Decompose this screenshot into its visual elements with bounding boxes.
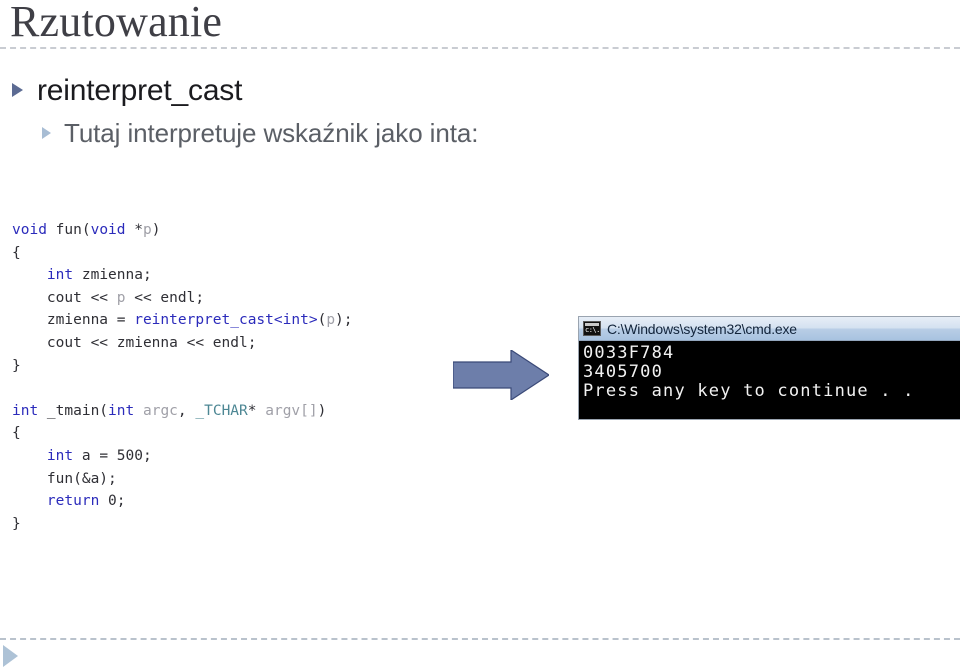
cmd-icon xyxy=(583,321,601,336)
code-line: cout << zmienna << endl; xyxy=(12,332,353,355)
triangle-bullet-icon xyxy=(42,127,51,139)
code-token: int xyxy=(108,402,135,419)
code-token: ) xyxy=(317,402,327,419)
code-token: cout << xyxy=(12,289,117,306)
code-token: 0 xyxy=(108,493,117,510)
code-token: * xyxy=(247,402,266,419)
code-token: ; xyxy=(116,493,126,510)
code-token: int xyxy=(282,312,309,329)
code-line: return 0; xyxy=(12,490,353,513)
code-token: , xyxy=(177,402,196,419)
code-line: zmienna = reinterpret_cast<int>(p); xyxy=(12,309,353,332)
code-token: argv[] xyxy=(265,402,318,419)
code-token: } xyxy=(12,357,21,374)
code-token: << endl; xyxy=(125,289,205,306)
code-token: ); xyxy=(335,312,353,329)
code-token: ( xyxy=(317,312,327,329)
code-line: { xyxy=(12,422,353,445)
console-title-label: C:\Windows\system32\cmd.exe xyxy=(607,320,797,337)
code-line: fun(&a); xyxy=(12,468,353,491)
bullet-level1: reinterpret_cast xyxy=(12,72,242,110)
code-token: ; xyxy=(142,447,152,464)
code-line: void fun(void *p) xyxy=(12,219,353,242)
triangle-bullet-icon xyxy=(12,83,23,97)
code-token: ) xyxy=(151,222,161,238)
code-token: cout << zmienna << endl; xyxy=(12,334,257,351)
next-slide-icon[interactable] xyxy=(3,645,18,667)
bullet-level2-label: Tutaj interpretuje wskaźnik jako inta: xyxy=(64,118,479,148)
code-token: int xyxy=(12,402,39,419)
right-arrow-graphic xyxy=(452,348,551,402)
code-token: > xyxy=(308,312,318,329)
code-line: int zmienna; xyxy=(12,264,353,287)
code-token: fun xyxy=(55,222,82,238)
code-token: 500 xyxy=(116,447,143,464)
code-listing: void fun(void *p){ int zmienna; cout << … xyxy=(12,219,353,535)
code-token: argc xyxy=(142,402,178,419)
code-token: return xyxy=(46,493,100,510)
code-line: { xyxy=(12,242,353,265)
code-token: zmienna = xyxy=(12,312,135,329)
code-line: cout << p << endl; xyxy=(12,287,353,310)
code-token: void xyxy=(90,222,126,238)
right-arrow-icon xyxy=(452,348,551,402)
code-line: int _tmain(int argc, _TCHAR* argv[]) xyxy=(12,400,353,423)
code-token: reinterpret_cast xyxy=(134,312,274,329)
code-token: p xyxy=(142,222,152,238)
code-token: zmienna; xyxy=(73,267,152,284)
code-line: } xyxy=(12,513,353,536)
code-token: { xyxy=(12,244,21,261)
cmd-console-window[interactable]: C:\Windows\system32\cmd.exe 0033F784 340… xyxy=(578,316,960,420)
code-token: _tmain( xyxy=(38,402,109,419)
code-token: * xyxy=(125,222,143,238)
bullet-level1-label: reinterpret_cast xyxy=(37,74,243,107)
footer-divider xyxy=(0,638,960,640)
console-output: 0033F784 3405700 Press any key to contin… xyxy=(583,343,915,401)
code-line: int a = 500; xyxy=(12,445,353,468)
code-token: < xyxy=(273,312,283,329)
code-token: int xyxy=(46,447,74,464)
console-title-bar[interactable]: C:\Windows\system32\cmd.exe xyxy=(579,317,960,341)
code-token: _TCHAR xyxy=(195,402,248,419)
code-line: } xyxy=(12,355,353,378)
code-token: { xyxy=(12,425,21,442)
title-divider xyxy=(0,47,960,49)
code-token: int xyxy=(46,267,74,284)
code-token: ( xyxy=(81,222,91,238)
page-title: Rzutowanie xyxy=(10,0,223,46)
code-token: void xyxy=(12,222,47,238)
code-token: } xyxy=(12,515,21,532)
code-token: fun(&a); xyxy=(12,470,117,487)
bullet-level2: Tutaj interpretuje wskaźnik jako inta: xyxy=(42,117,478,150)
code-token: a = xyxy=(73,447,117,464)
code-token: p xyxy=(326,312,336,329)
code-token: p xyxy=(116,289,126,306)
